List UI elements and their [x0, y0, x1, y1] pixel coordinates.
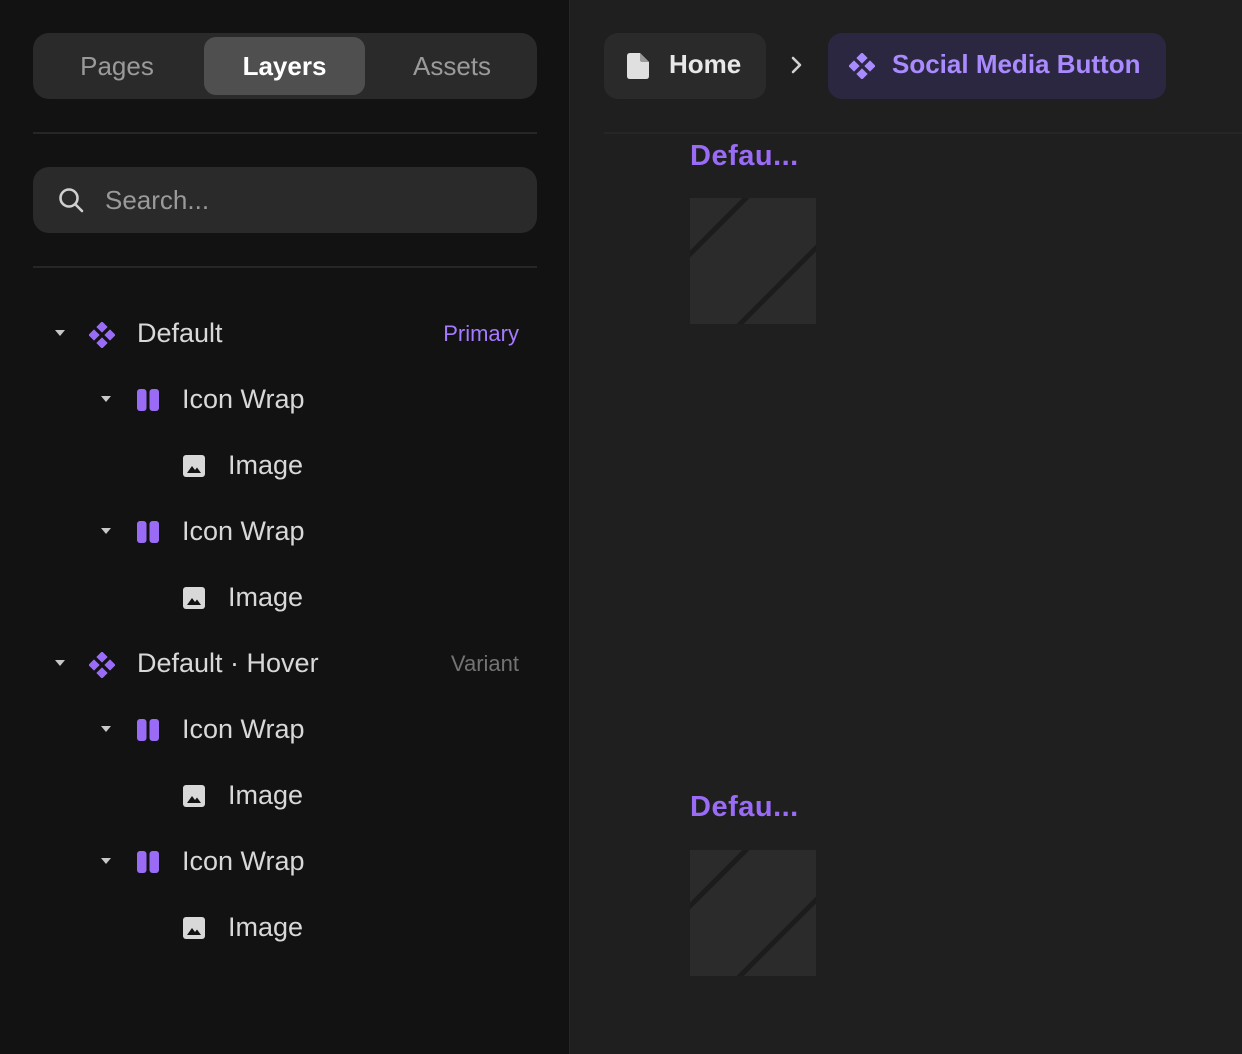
image-icon: [183, 587, 205, 609]
layer-row-image[interactable]: Image: [33, 570, 537, 626]
stack-icon: [137, 719, 159, 741]
layer-label: Image: [228, 912, 304, 942]
breadcrumb-home-label: Home: [669, 49, 742, 79]
layer-row-image[interactable]: Image: [33, 900, 537, 956]
layer-row-default-hover[interactable]: Default · Hover Variant: [33, 636, 537, 692]
tab-layers[interactable]: Layers: [204, 37, 365, 95]
sidebar-tabs: Pages Layers Assets: [33, 33, 537, 99]
layer-label: Default: [137, 318, 223, 348]
layer-label: Image: [228, 450, 304, 480]
caret-down-icon[interactable]: [101, 726, 111, 732]
layer-row-icon-wrap[interactable]: Icon Wrap: [33, 504, 537, 560]
layer-label: Icon Wrap: [182, 516, 305, 546]
placeholder-hatch: [690, 850, 816, 976]
caret-down-icon[interactable]: [101, 858, 111, 864]
stack-icon: [137, 389, 159, 411]
caret-down-icon[interactable]: [55, 330, 65, 336]
component-icon: [849, 53, 875, 79]
variant-badge: Variant: [450, 651, 519, 676]
caret-down-icon[interactable]: [101, 396, 111, 402]
layer-label: Image: [228, 780, 304, 810]
layer-row-icon-wrap[interactable]: Icon Wrap: [33, 834, 537, 890]
layer-label: Icon Wrap: [182, 714, 305, 744]
layer-row-default[interactable]: Default Primary: [33, 306, 537, 362]
component-icon: [89, 322, 115, 348]
sidebar-divider: [33, 132, 537, 134]
image-icon: [183, 785, 205, 807]
placeholder-hatch: [690, 198, 816, 324]
frame-preview[interactable]: [690, 198, 816, 324]
layers-sidebar: Pages Layers Assets Default Primary: [0, 0, 570, 1054]
layer-row-image[interactable]: Image: [33, 768, 537, 824]
breadcrumb-component-label: Social Media Button: [892, 49, 1141, 79]
tab-pages[interactable]: Pages: [37, 37, 197, 95]
primary-badge: Primary: [443, 321, 519, 346]
image-icon: [183, 917, 205, 939]
image-icon: [183, 455, 205, 477]
stack-icon: [137, 521, 159, 543]
page-icon: [627, 53, 649, 79]
breadcrumb-component[interactable]: Social Media Button: [828, 33, 1166, 99]
layer-row-image[interactable]: Image: [33, 438, 537, 494]
layer-row-icon-wrap[interactable]: Icon Wrap: [33, 372, 537, 428]
frame-label[interactable]: Defau...: [690, 791, 799, 824]
caret-down-icon[interactable]: [55, 660, 65, 666]
layer-label: Default · Hover: [137, 648, 319, 678]
layer-label: Icon Wrap: [182, 846, 305, 876]
search-box: [33, 167, 537, 233]
stack-icon: [137, 851, 159, 873]
chevron-right-icon: [791, 56, 802, 74]
search-icon: [59, 188, 84, 213]
tab-assets[interactable]: Assets: [370, 37, 534, 95]
search-input[interactable]: [105, 167, 525, 233]
canvas-divider: [604, 132, 1242, 134]
layer-label: Icon Wrap: [182, 384, 305, 414]
frame-preview[interactable]: [690, 850, 816, 976]
frame-label[interactable]: Defau...: [690, 140, 799, 173]
caret-down-icon[interactable]: [101, 528, 111, 534]
sidebar-divider: [33, 266, 537, 268]
layer-row-icon-wrap[interactable]: Icon Wrap: [33, 702, 537, 758]
breadcrumb-home[interactable]: Home: [604, 33, 766, 99]
layer-label: Image: [228, 582, 304, 612]
component-icon: [89, 652, 115, 678]
